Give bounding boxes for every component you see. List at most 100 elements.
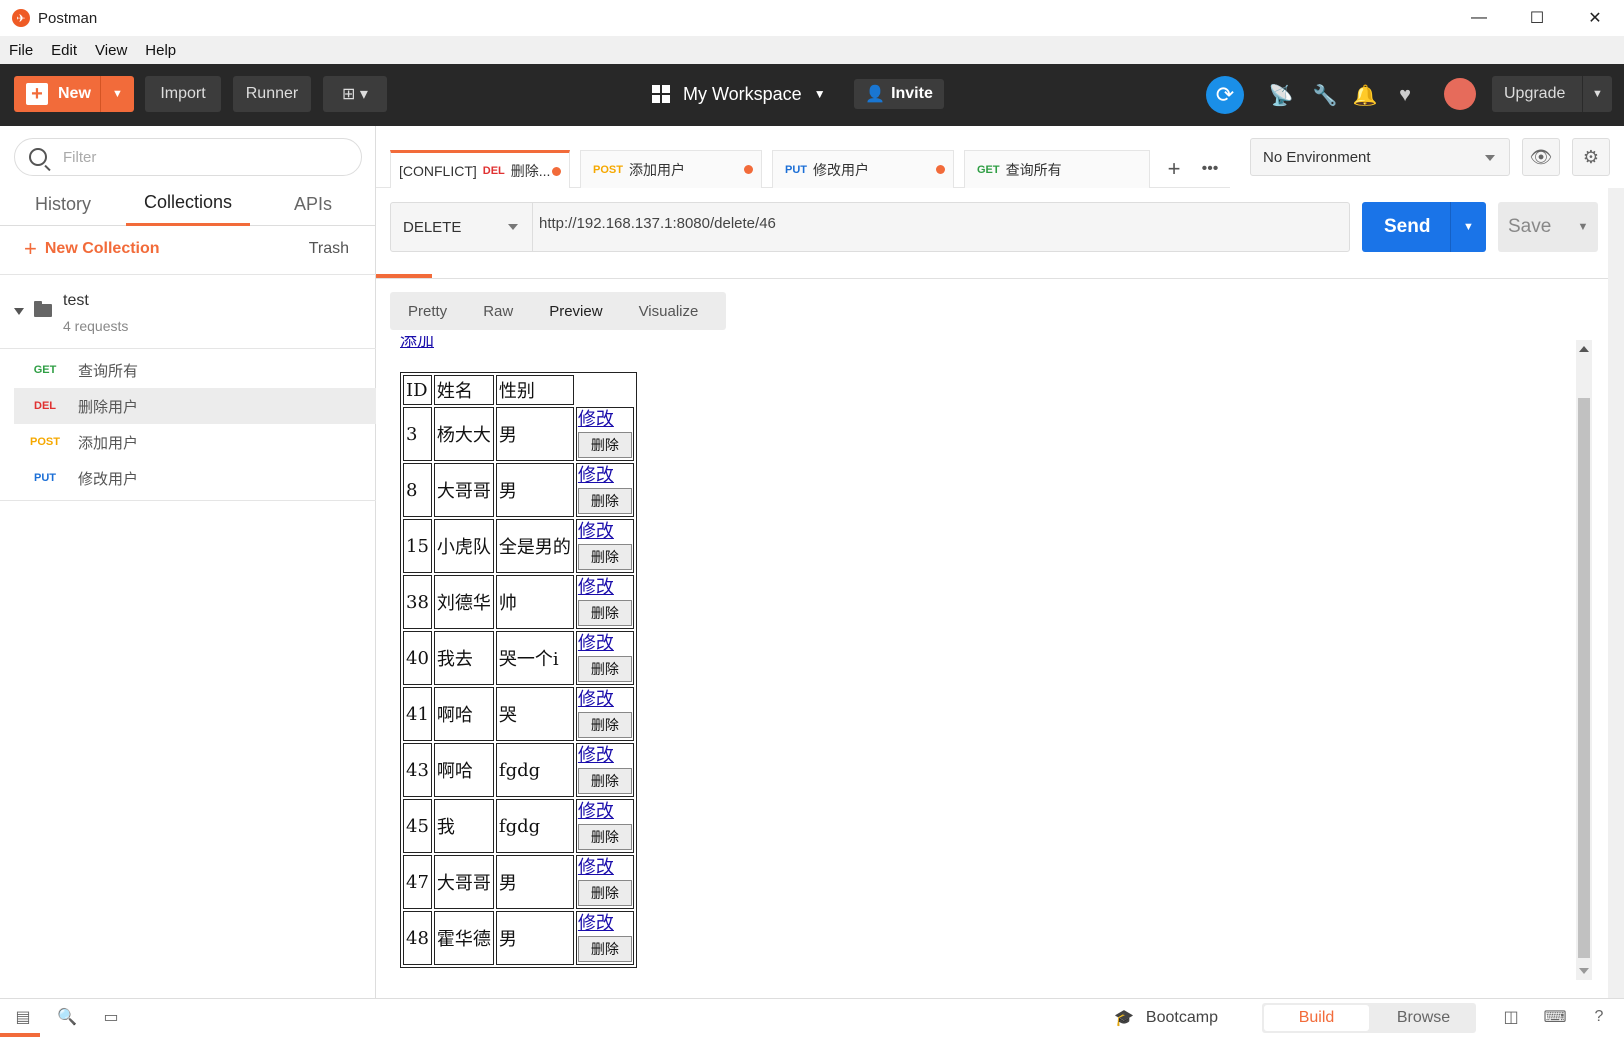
add-user-link[interactable]: 添加	[400, 336, 434, 351]
eye-icon[interactable]: 👁	[1522, 138, 1560, 176]
delete-button[interactable]: 删除	[577, 936, 632, 962]
scroll-thumb[interactable]	[1578, 398, 1590, 958]
gear-icon[interactable]: ⚙	[1572, 138, 1610, 176]
sync-icon[interactable]: ⟳	[1206, 76, 1244, 114]
browse-button[interactable]: Browse	[1371, 1003, 1476, 1033]
import-button[interactable]: Import	[145, 76, 221, 112]
delete-button[interactable]: 删除	[577, 600, 632, 626]
delete-button[interactable]: 删除	[577, 712, 632, 738]
request-tabs: [CONFLICT] DEL 删除... POST 添加用户 PUT 修改用户 …	[376, 126, 1230, 188]
preview-scrollbar[interactable]	[1576, 340, 1592, 980]
cell-gender: fgdg	[495, 743, 574, 797]
tab-history[interactable]: History	[20, 182, 106, 226]
more-icon[interactable]: •••	[1192, 150, 1228, 188]
cell-actions: 修改 删除	[575, 743, 634, 797]
delete-button[interactable]: 删除	[577, 768, 632, 794]
bell-icon[interactable]: 🔔	[1352, 82, 1378, 108]
folder-icon	[34, 301, 52, 317]
sidebar-request-post[interactable]: POST 添加用户	[14, 424, 376, 460]
view-tab-visualize[interactable]: Visualize	[621, 303, 717, 320]
wrench-icon[interactable]: 🔧	[1312, 82, 1338, 108]
main-scrollbar[interactable]	[1608, 188, 1624, 998]
scroll-down-icon[interactable]	[1579, 968, 1589, 974]
menu-edit[interactable]: Edit	[42, 42, 86, 59]
edit-link[interactable]: 修改	[578, 578, 632, 598]
plus-icon: +	[26, 83, 48, 105]
send-button[interactable]: Send ▼	[1362, 202, 1486, 252]
new-button[interactable]: + New ▼	[14, 76, 134, 112]
add-tab-icon[interactable]: +	[1156, 150, 1192, 188]
divider	[0, 274, 376, 275]
chevron-down-icon[interactable]: ▼	[100, 76, 134, 112]
table-row: 47 大哥哥男修改 删除	[403, 855, 634, 909]
sidebar-request-put[interactable]: PUT 修改用户	[14, 460, 376, 496]
request-tab-post[interactable]: POST 添加用户	[580, 150, 762, 188]
console-icon[interactable]: ▭	[100, 1007, 122, 1027]
chevron-down-icon[interactable]: ▼	[1568, 202, 1598, 252]
edit-link[interactable]: 修改	[578, 914, 632, 934]
satellite-icon[interactable]: 📡	[1268, 82, 1294, 108]
edit-link[interactable]: 修改	[578, 746, 632, 766]
keyboard-icon[interactable]: ⌨	[1543, 1007, 1566, 1027]
delete-button[interactable]: 删除	[577, 488, 632, 514]
delete-button[interactable]: 删除	[577, 432, 632, 458]
chevron-down-icon[interactable]: ▼	[1450, 202, 1486, 252]
chevron-down-icon[interactable]: ▼	[1582, 76, 1612, 112]
minimize-icon[interactable]: —	[1450, 0, 1508, 36]
sidebar-request-del[interactable]: DEL 删除用户	[14, 388, 376, 424]
upgrade-button[interactable]: Upgrade ▼	[1492, 76, 1612, 112]
save-button[interactable]: Save ▼	[1498, 202, 1598, 252]
request-tab-put[interactable]: PUT 修改用户	[772, 150, 954, 188]
find-icon[interactable]: 🔍	[56, 1007, 78, 1027]
scroll-up-icon[interactable]	[1579, 346, 1589, 352]
new-collection-button[interactable]: + New Collection	[24, 236, 160, 262]
new-tab-dropdown-button[interactable]: ⊞ ▾	[323, 76, 387, 112]
filter-input[interactable]	[63, 148, 343, 166]
request-tab-del[interactable]: [CONFLICT] DEL 删除...	[390, 150, 570, 188]
edit-link[interactable]: 修改	[578, 522, 632, 542]
delete-button[interactable]: 删除	[577, 656, 632, 682]
request-tab-get[interactable]: GET 查询所有	[964, 150, 1150, 188]
two-pane-icon[interactable]: ◫	[1500, 1007, 1522, 1027]
edit-link[interactable]: 修改	[578, 466, 632, 486]
runner-button[interactable]: Runner	[233, 76, 311, 112]
edit-link[interactable]: 修改	[578, 690, 632, 710]
edit-link[interactable]: 修改	[578, 634, 632, 654]
avatar[interactable]	[1444, 78, 1476, 110]
unsaved-dot-icon	[744, 165, 753, 174]
view-tab-pretty[interactable]: Pretty	[390, 303, 465, 320]
menu-view[interactable]: View	[86, 42, 136, 59]
menu-help[interactable]: Help	[136, 42, 185, 59]
menu-file[interactable]: File	[0, 42, 42, 59]
url-input[interactable]	[539, 215, 1339, 232]
workspace-selector[interactable]: My Workspace ▼	[652, 76, 826, 112]
trash-button[interactable]: Trash	[309, 240, 349, 258]
view-tab-preview[interactable]: Preview	[531, 303, 620, 320]
close-icon[interactable]: ✕	[1566, 0, 1624, 36]
help-icon[interactable]: ?	[1588, 1007, 1610, 1027]
heart-icon[interactable]: ♥	[1392, 82, 1418, 108]
invite-button[interactable]: 👤 Invite	[854, 79, 944, 109]
column-header-actions	[576, 375, 634, 405]
view-tab-raw[interactable]: Raw	[465, 303, 531, 320]
maximize-icon[interactable]: ☐	[1508, 0, 1566, 36]
delete-button[interactable]: 删除	[577, 880, 632, 906]
table-header-row: ID 姓名 性别	[403, 375, 634, 405]
sidebar-toggle-icon[interactable]: ▤	[12, 1007, 34, 1027]
delete-button[interactable]: 删除	[577, 544, 632, 570]
table-row: 43 啊哈 fgdg 修改 删除	[403, 743, 634, 797]
edit-link[interactable]: 修改	[578, 802, 632, 822]
sidebar-request-get[interactable]: GET 查询所有	[14, 352, 376, 388]
tab-collections[interactable]: Collections	[126, 182, 250, 226]
edit-link[interactable]: 修改	[578, 410, 632, 430]
delete-button[interactable]: 删除	[577, 824, 632, 850]
tab-apis[interactable]: APIs	[270, 182, 356, 226]
collection-test[interactable]: test 4 requests	[0, 276, 376, 346]
method-select[interactable]: DELETE	[391, 203, 533, 251]
bootcamp-button[interactable]: 🎓 Bootcamp	[1114, 1008, 1218, 1028]
cell-gender: 男	[495, 407, 574, 461]
environment-selector[interactable]: No Environment	[1250, 138, 1510, 176]
caret-down-icon[interactable]	[14, 308, 24, 315]
build-button[interactable]: Build	[1264, 1005, 1369, 1031]
edit-link[interactable]: 修改	[578, 858, 632, 878]
